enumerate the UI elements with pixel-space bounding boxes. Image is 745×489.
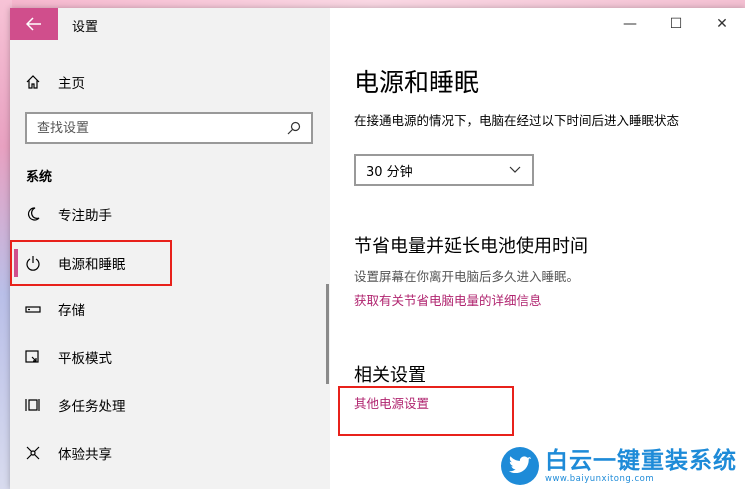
sidebar-item-label: 电源和睡眠: [58, 257, 126, 273]
app-title: 设置: [72, 20, 99, 35]
related-settings-title: 相关设置: [354, 365, 426, 386]
sidebar-item-focus-assist[interactable]: 专注助手: [24, 202, 314, 226]
sidebar-item-storage[interactable]: 存储: [24, 297, 314, 321]
sidebar-item-label: 专注助手: [58, 208, 112, 224]
sidebar-item-power-sleep[interactable]: 电源和睡眠: [24, 251, 314, 275]
chevron-down-icon: [506, 161, 524, 179]
sleep-description: 在接通电源的情况下，电脑在经过以下时间后进入睡眠状态: [354, 113, 680, 128]
additional-power-settings-link[interactable]: 其他电源设置: [354, 393, 429, 412]
sidebar-item-label: 存储: [58, 303, 85, 319]
watermark: 白云一键重装系统 www.baiyunxitong.com: [501, 447, 737, 485]
sidebar: 设置 主页 系统 专注助手 电源和睡眠: [10, 8, 330, 489]
battery-hint: 设置屏幕在你离开电脑后多久进入睡眠。: [354, 269, 580, 284]
tablet-mode-icon: [24, 348, 42, 366]
sidebar-item-label: 主页: [58, 76, 85, 92]
moon-icon: [24, 205, 42, 223]
search-input[interactable]: [37, 120, 267, 136]
sidebar-item-multitasking[interactable]: 多任务处理: [24, 393, 314, 417]
section-heading-system: 系统: [26, 170, 53, 185]
sidebar-item-label: 体验共享: [58, 447, 112, 463]
multitasking-icon: [24, 396, 42, 414]
window-controls: — ☐ ✕: [607, 8, 745, 40]
active-indicator: [14, 249, 18, 277]
search-box[interactable]: [25, 112, 313, 144]
power-icon: [24, 254, 42, 272]
share-icon: [24, 444, 42, 462]
battery-info-link[interactable]: 获取有关节省电脑电量的详细信息: [354, 290, 542, 309]
maximize-button[interactable]: ☐: [653, 8, 699, 40]
main-content: — ☐ ✕ 电源和睡眠 在接通电源的情况下，电脑在经过以下时间后进入睡眠状态 3…: [330, 8, 745, 489]
page-title: 电源和睡眠: [354, 68, 480, 97]
sidebar-item-home[interactable]: 主页: [24, 70, 314, 94]
close-button[interactable]: ✕: [699, 8, 745, 40]
watermark-brand: 白云一键重装系统: [545, 448, 737, 474]
back-button[interactable]: [10, 8, 58, 40]
minimize-button[interactable]: —: [607, 8, 653, 40]
arrow-left-icon: [26, 17, 41, 31]
sidebar-item-shared-experiences[interactable]: 体验共享: [24, 441, 314, 465]
sidebar-item-label: 平板模式: [58, 351, 112, 367]
sleep-time-dropdown[interactable]: 30 分钟: [354, 154, 534, 186]
twitter-bird-icon: [501, 447, 539, 485]
sidebar-item-tablet-mode[interactable]: 平板模式: [24, 345, 314, 369]
sidebar-item-label: 多任务处理: [58, 399, 126, 415]
search-icon[interactable]: [285, 119, 303, 137]
watermark-url: www.baiyunxitong.com: [545, 474, 655, 484]
settings-window: 设置 主页 系统 专注助手 电源和睡眠: [10, 8, 745, 489]
sidebar-scrollbar[interactable]: [326, 284, 329, 384]
home-icon: [24, 73, 42, 91]
storage-icon: [24, 300, 42, 318]
battery-section-title: 节省电量并延长电池使用时间: [354, 236, 588, 257]
dropdown-value: 30 分钟: [366, 164, 413, 180]
